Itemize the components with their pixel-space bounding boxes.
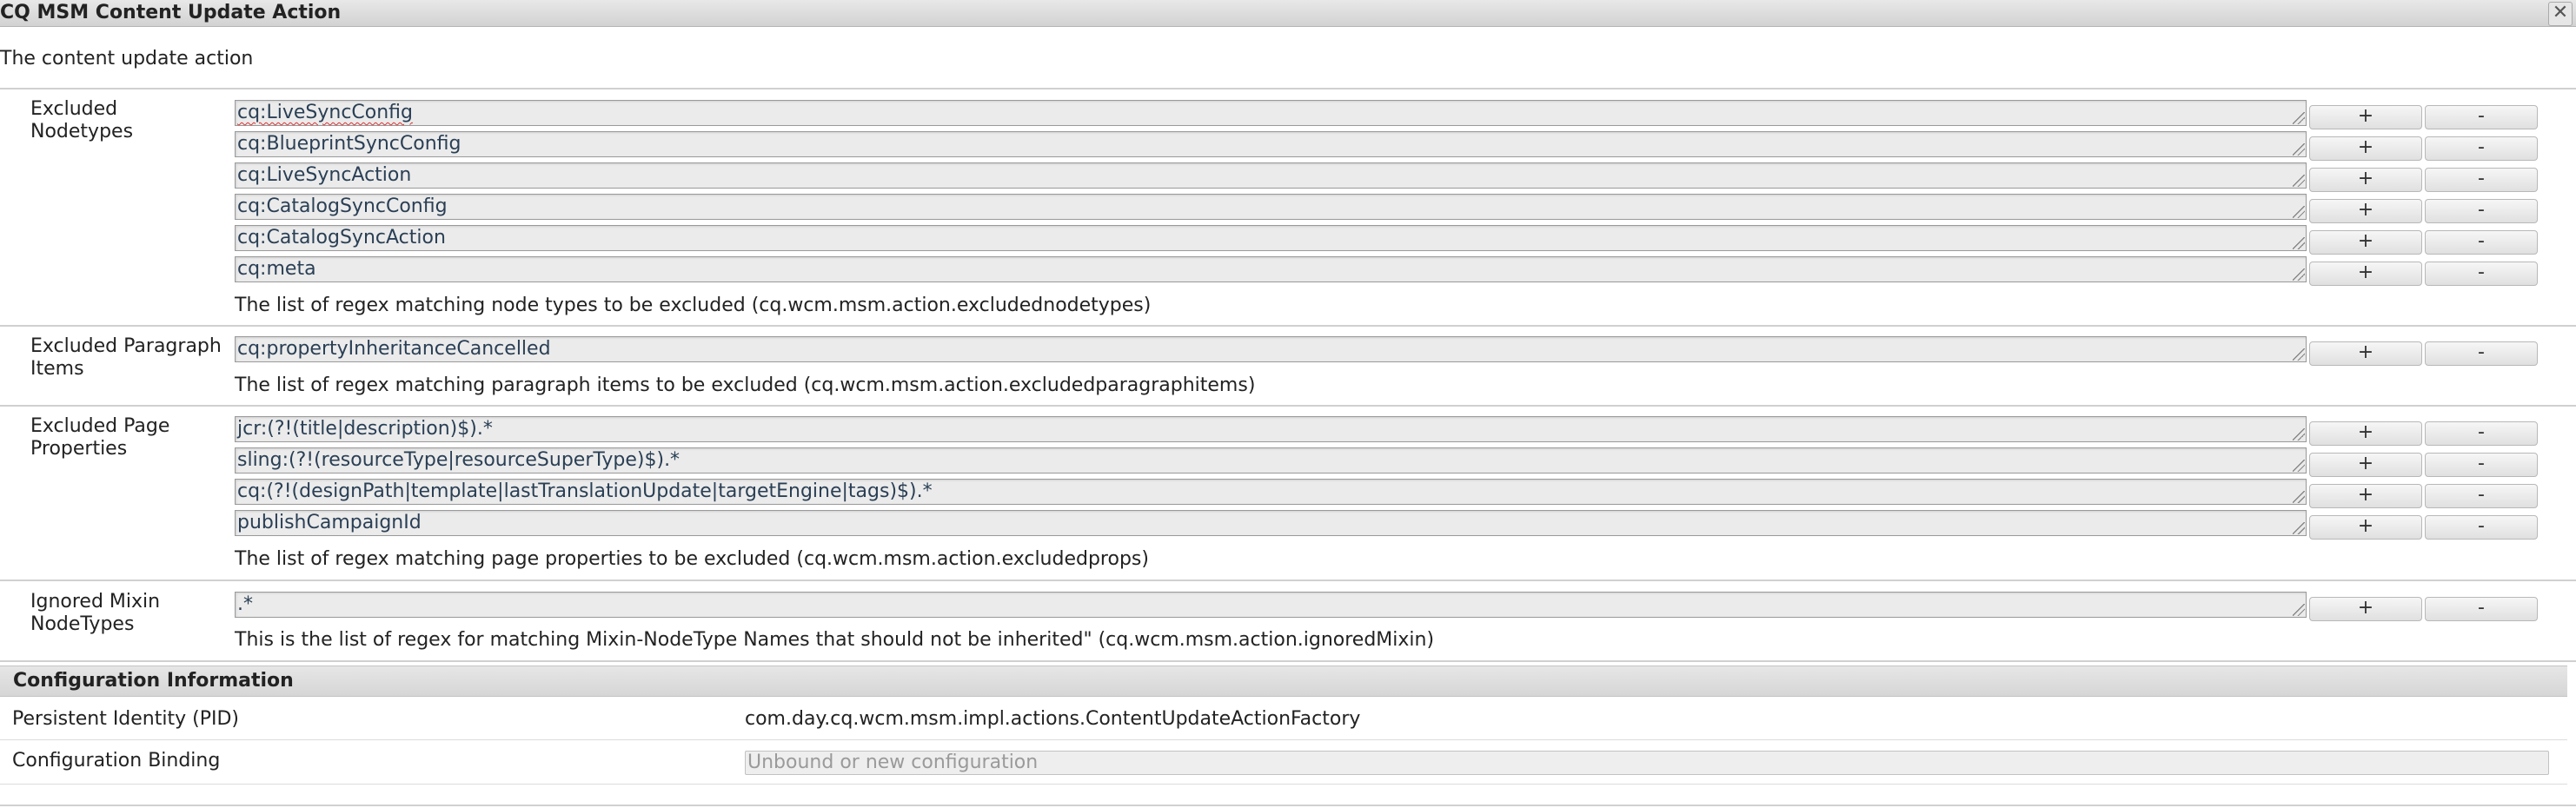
excluded-nodetypes-field-6[interactable]: cq:meta <box>235 256 2307 282</box>
resize-handle-icon[interactable] <box>2293 112 2305 124</box>
excluded-nodetypes-field-2[interactable]: cq:BlueprintSyncConfig <box>235 131 2307 157</box>
divider <box>0 580 2576 581</box>
resize-handle-icon[interactable] <box>2293 491 2305 503</box>
resize-handle-icon[interactable] <box>2293 604 2305 616</box>
add-button[interactable]: + <box>2309 341 2422 366</box>
remove-button[interactable]: - <box>2425 453 2538 477</box>
excluded-page-properties-field-4[interactable]: publishCampaignId <box>235 510 2307 536</box>
field-value: cq:LiveSyncConfig <box>237 102 414 123</box>
remove-button[interactable]: - <box>2425 421 2538 446</box>
field-value: .* <box>237 593 253 615</box>
add-button[interactable]: + <box>2309 199 2422 223</box>
remove-button[interactable]: - <box>2425 484 2538 508</box>
field-value: cq:meta <box>237 258 316 280</box>
pid-value: com.day.cq.wcm.msm.impl.actions.ContentU… <box>745 708 1361 730</box>
divider <box>0 405 2576 407</box>
remove-button[interactable]: - <box>2425 199 2538 223</box>
add-button[interactable]: + <box>2309 136 2422 161</box>
dialog-titlebar: CQ MSM Content Update Action ✕ <box>0 0 2576 27</box>
excluded-nodetypes-field-3[interactable]: cq:LiveSyncAction <box>235 162 2307 189</box>
field-value: sling:(?!(resourceType|resourceSuperType… <box>237 449 681 471</box>
excluded-page-properties-label: Excluded Page Properties <box>30 415 170 460</box>
configuration-binding-field[interactable]: Unbound or new configuration <box>745 751 2549 775</box>
field-value: cq:BlueprintSyncConfig <box>237 133 461 155</box>
resize-handle-icon[interactable] <box>2293 143 2305 156</box>
excluded-paragraph-items-help: The list of regex matching paragraph ite… <box>235 374 1256 396</box>
field-value: jcr:(?!(title|description)$).* <box>237 418 493 440</box>
ignored-mixin-nodetypes-field-1[interactable]: .* <box>235 592 2307 618</box>
configuration-information-title: Configuration Information <box>13 670 294 692</box>
excluded-nodetypes-field-5[interactable]: cq:CatalogSyncAction <box>235 225 2307 251</box>
add-button[interactable]: + <box>2309 105 2422 129</box>
remove-button[interactable]: - <box>2425 168 2538 192</box>
excluded-nodetypes-field-1[interactable]: cq:LiveSyncConfig <box>235 100 2307 126</box>
divider <box>0 660 2576 662</box>
excluded-nodetypes-help: The list of regex matching node types to… <box>235 295 1152 316</box>
excluded-page-properties-field-1[interactable]: jcr:(?!(title|description)$).* <box>235 416 2307 442</box>
excluded-paragraph-items-field-1[interactable]: cq:propertyInheritanceCancelled <box>235 336 2307 362</box>
ignored-mixin-nodetypes-label: Ignored Mixin NodeTypes <box>30 591 161 635</box>
remove-button[interactable]: - <box>2425 515 2538 540</box>
remove-button[interactable]: - <box>2425 230 2538 255</box>
dialog-title: CQ MSM Content Update Action <box>0 2 342 23</box>
add-button[interactable]: + <box>2309 421 2422 446</box>
configuration-information-header: Configuration Information <box>0 666 2567 697</box>
divider <box>0 739 2567 740</box>
pid-label: Persistent Identity (PID) <box>12 708 239 730</box>
field-value: cq:CatalogSyncConfig <box>237 195 448 217</box>
excluded-page-properties-field-3[interactable]: cq:(?!(designPath|template|lastTranslati… <box>235 479 2307 505</box>
divider <box>0 805 2576 806</box>
add-button[interactable]: + <box>2309 230 2422 255</box>
resize-handle-icon[interactable] <box>2293 206 2305 218</box>
remove-button[interactable]: - <box>2425 262 2538 286</box>
field-value: cq:propertyInheritanceCancelled <box>237 338 551 360</box>
resize-handle-icon[interactable] <box>2293 237 2305 249</box>
add-button[interactable]: + <box>2309 453 2422 477</box>
add-button[interactable]: + <box>2309 597 2422 621</box>
resize-handle-icon[interactable] <box>2293 348 2305 361</box>
field-value: cq:CatalogSyncAction <box>237 227 446 248</box>
configuration-binding-label: Configuration Binding <box>12 750 221 772</box>
add-button[interactable]: + <box>2309 515 2422 540</box>
resize-handle-icon[interactable] <box>2293 428 2305 440</box>
resize-handle-icon[interactable] <box>2293 175 2305 187</box>
resize-handle-icon[interactable] <box>2293 268 2305 281</box>
excluded-nodetypes-field-4[interactable]: cq:CatalogSyncConfig <box>235 194 2307 220</box>
dialog-description: The content update action <box>0 48 254 70</box>
add-button[interactable]: + <box>2309 168 2422 192</box>
configuration-binding-placeholder: Unbound or new configuration <box>747 752 1039 773</box>
excluded-paragraph-items-label: Excluded Paragraph Items <box>30 335 222 380</box>
divider <box>0 325 2576 327</box>
excluded-page-properties-field-2[interactable]: sling:(?!(resourceType|resourceSuperType… <box>235 447 2307 474</box>
resize-handle-icon[interactable] <box>2293 460 2305 472</box>
close-icon[interactable]: ✕ <box>2548 2 2573 26</box>
field-value: cq:LiveSyncAction <box>237 164 412 186</box>
add-button[interactable]: + <box>2309 484 2422 508</box>
field-value: publishCampaignId <box>237 512 422 533</box>
excluded-page-properties-help: The list of regex matching page properti… <box>235 548 1149 570</box>
remove-button[interactable]: - <box>2425 597 2538 621</box>
excluded-nodetypes-label: Excluded Nodetypes <box>30 98 134 142</box>
ignored-mixin-nodetypes-help: This is the list of regex for matching M… <box>235 629 1435 651</box>
remove-button[interactable]: - <box>2425 105 2538 129</box>
divider <box>0 88 2576 89</box>
add-button[interactable]: + <box>2309 262 2422 286</box>
divider <box>0 784 2567 785</box>
field-value: cq:(?!(designPath|template|lastTranslati… <box>237 480 933 502</box>
resize-handle-icon[interactable] <box>2293 522 2305 534</box>
remove-button[interactable]: - <box>2425 341 2538 366</box>
remove-button[interactable]: - <box>2425 136 2538 161</box>
